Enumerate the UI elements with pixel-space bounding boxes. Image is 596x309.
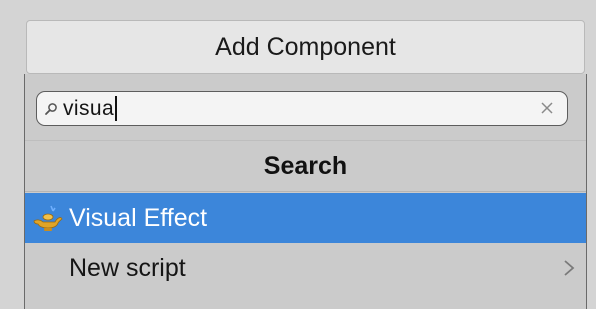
close-icon[interactable] (537, 98, 557, 118)
search-results-header: Search (25, 140, 586, 192)
search-input-value: visua (63, 96, 115, 120)
add-component-popup: visua Search Visual Effect New script (24, 74, 587, 309)
list-item-new-script[interactable]: New script (25, 243, 586, 293)
text-caret (115, 96, 117, 121)
list-item-label: Visual Effect (69, 203, 208, 232)
list-item-label: New script (69, 253, 186, 282)
add-component-button[interactable]: Add Component (26, 20, 585, 74)
search-input[interactable]: visua (36, 91, 568, 126)
visual-effect-lamp-icon (31, 202, 63, 234)
list-item-visual-effect[interactable]: Visual Effect (25, 193, 586, 243)
search-icon (44, 100, 62, 118)
chevron-right-icon (562, 258, 576, 278)
search-row: visua (25, 74, 586, 140)
